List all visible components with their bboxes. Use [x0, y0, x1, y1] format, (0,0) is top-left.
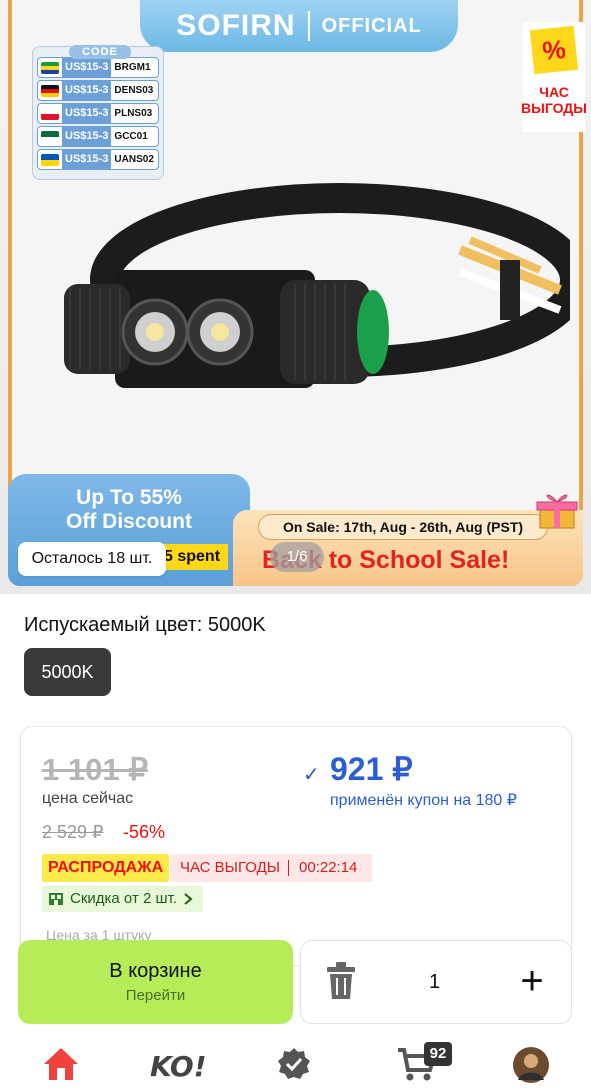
- countdown-timer: 00:22:14: [299, 859, 358, 876]
- coupon-codes-panel: CODE US$15-3 BRGM1 US$15-3 DENS03 US$15-3 PLN…: [32, 45, 164, 180]
- bottom-tab-bar: KO!: [0, 1034, 591, 1090]
- promo-flag-text: ЧАС ВЫГОДЫ: [521, 84, 587, 116]
- gift-box-icon: [536, 494, 578, 529]
- deal-hour-tag: ЧАС ВЫГОДЫ 00:22:14: [170, 854, 372, 882]
- plus-icon[interactable]: +: [515, 961, 549, 1001]
- brand-divider: [307, 11, 310, 41]
- flag-icon: [41, 84, 59, 97]
- headlamp-image: [64, 183, 570, 388]
- original-price: 2 529 ₽: [42, 822, 104, 842]
- coupon-code-row: US$15-3 BRGM1: [37, 57, 159, 78]
- go-to-cart-label: Перейти: [125, 987, 186, 1004]
- home-icon[interactable]: [42, 1044, 80, 1084]
- quantity-value: 1: [429, 971, 441, 993]
- quantity-stepper: 1 +: [300, 940, 572, 1024]
- coupon-code: PLNS03: [114, 108, 153, 119]
- codes-header: CODE: [69, 45, 131, 59]
- sale-tag: РАСПРОДАЖА: [42, 854, 170, 882]
- coupon-code-row: US$15-3 PLNS03: [37, 103, 159, 124]
- code-list: US$15-3 BRGM1 US$15-3 DENS03 US$15-3 PLNS03 US…: [37, 57, 159, 170]
- coupon-code-row: US$15-3 UANS02: [37, 149, 159, 170]
- coupon-amount: US$15-3: [62, 81, 112, 100]
- coupon-code-row: US$15-3 DENS03: [37, 80, 159, 101]
- sale-dates: On Sale: 17th, Aug - 26th, Aug (PST): [258, 514, 548, 540]
- flag-icon: [41, 61, 59, 74]
- coupon-amount: US$15-3: [62, 58, 112, 77]
- discount-percent: -56%: [123, 822, 166, 842]
- coupon-amount: US$15-3: [62, 104, 112, 123]
- bulk-discount-link[interactable]: Скидка от 2 шт.: [42, 886, 203, 912]
- in-cart-button[interactable]: В корзине Перейти: [18, 940, 293, 1024]
- discount-line-1: Up To 55%: [76, 486, 182, 509]
- chevron-right-icon: [184, 893, 193, 905]
- deal-hour-label: ЧАС ВЫГОДЫ: [180, 859, 281, 876]
- flag-icon: [41, 130, 59, 143]
- in-cart-label: В корзине: [109, 960, 202, 982]
- coupon-code: DENS03: [114, 85, 154, 96]
- emitted-color-label: Испускаемый цвет: 5000K: [24, 614, 266, 636]
- check-icon: ✓: [303, 764, 320, 786]
- coupon-code-row: US$15-3 GCC01: [37, 126, 159, 147]
- brand-subtitle: OFFICIAL: [321, 14, 422, 37]
- image-pager: 1/6: [270, 542, 324, 572]
- brand-name: SOFIRN: [176, 9, 296, 42]
- coupon-amount: US$15-3: [62, 150, 112, 169]
- promo-flag: % ЧАС ВЫГОДЫ: [521, 22, 587, 132]
- coupon-amount: US$15-3: [62, 127, 112, 146]
- coupon-code: GCC01: [114, 131, 148, 142]
- flag-icon: [41, 153, 59, 166]
- spent-strip: 5 spent: [160, 544, 228, 570]
- brand-header: SOFIRN OFFICIAL: [140, 0, 458, 52]
- bulk-discount-label: Скидка от 2 шт.: [70, 890, 177, 907]
- store-icon: [49, 893, 63, 905]
- verified-badge-icon[interactable]: [276, 1044, 312, 1084]
- avatar[interactable]: [512, 1046, 550, 1084]
- discount-line-2: Off Discount: [66, 510, 192, 533]
- cart-count-badge: 92: [424, 1042, 452, 1066]
- trash-icon[interactable]: [323, 961, 359, 1001]
- color-option-5000k[interactable]: 5000K: [24, 648, 111, 696]
- ko-label: KO!: [150, 1050, 206, 1083]
- coupon-code: UANS02: [114, 154, 154, 165]
- stock-left-badge: Осталось 18 шт.: [18, 542, 166, 576]
- coupon-price: 921 ₽: [330, 751, 413, 787]
- flag-icon: [41, 107, 59, 120]
- coupon-applied-note[interactable]: применён купон на 180 ₽: [330, 790, 517, 810]
- coupon-code: BRGM1: [114, 62, 151, 73]
- old-price: 1 101 ₽: [42, 752, 148, 787]
- ko-icon[interactable]: KO!: [146, 1044, 212, 1084]
- current-price-label: цена сейчас: [42, 790, 134, 807]
- product-image-carousel[interactable]: SOFIRN OFFICIAL % ЧАС ВЫГОДЫ CODE US$15-…: [0, 0, 591, 594]
- percent-icon: %: [529, 25, 579, 75]
